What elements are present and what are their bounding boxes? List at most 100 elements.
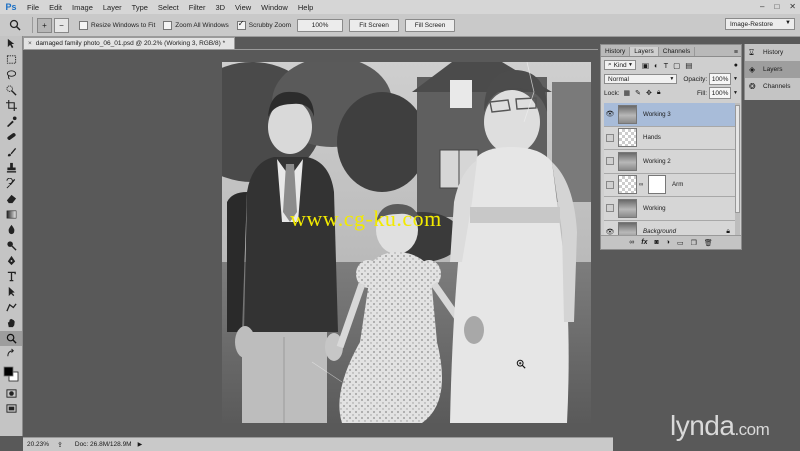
zoom-tool-preset[interactable] xyxy=(2,16,28,34)
type-tool[interactable] xyxy=(0,269,22,285)
tab-channels[interactable]: Channels xyxy=(659,47,696,56)
scrollbar-thumb[interactable] xyxy=(735,105,740,213)
filter-kind-select[interactable]: ⌕ Kind ▼ xyxy=(604,60,636,70)
watermark-text: www.cg-ku.com xyxy=(290,206,442,231)
dock-layers[interactable]: ◈ Layers xyxy=(745,61,800,78)
smart-object-filter-icon[interactable]: ▤ xyxy=(685,61,692,70)
zoom-all-windows-checkbox[interactable]: Zoom All Windows xyxy=(163,20,229,30)
layer-mask-thumbnail[interactable] xyxy=(648,175,666,195)
maximize-button[interactable]: □ xyxy=(774,2,779,11)
tab-layers[interactable]: Layers xyxy=(630,47,659,56)
link-icon[interactable]: ∞ xyxy=(629,239,634,246)
menu-help[interactable]: Help xyxy=(293,3,318,12)
history-brush-tool[interactable] xyxy=(0,176,22,192)
shape-tool[interactable] xyxy=(0,300,22,316)
lock-position-icon[interactable]: ✥ xyxy=(646,89,652,97)
type-filter-icon[interactable]: T xyxy=(664,61,669,70)
menu-edit[interactable]: Edit xyxy=(44,3,67,12)
resize-windows-checkbox[interactable]: Resize Windows to Fit xyxy=(79,20,155,30)
hand-tool[interactable] xyxy=(0,315,22,331)
menu-3d[interactable]: 3D xyxy=(210,3,230,12)
zoom-level[interactable]: 20.23% xyxy=(23,441,53,448)
status-menu-icon[interactable]: ▶ xyxy=(138,441,143,448)
share-icon[interactable]: ⇪ xyxy=(57,441,63,449)
actual-pixels-button[interactable]: 100% xyxy=(297,18,344,32)
new-layer-icon[interactable]: ❐ xyxy=(691,239,697,247)
clone-stamp-tool[interactable] xyxy=(0,160,22,176)
dodge-tool[interactable] xyxy=(0,238,22,254)
menu-image[interactable]: Image xyxy=(67,3,98,12)
tab-history[interactable]: History xyxy=(601,47,631,56)
menu-view[interactable]: View xyxy=(230,3,256,12)
layers-scrollbar[interactable] xyxy=(735,103,740,235)
visibility-toggle[interactable] xyxy=(604,157,616,166)
panel-menu-icon[interactable]: ≡ xyxy=(734,49,738,56)
move-tool[interactable] xyxy=(0,36,22,52)
minimize-button[interactable]: – xyxy=(760,2,764,11)
eyedropper-tool[interactable] xyxy=(0,114,22,130)
filter-toggle-icon[interactable]: ● xyxy=(734,62,738,69)
chain-link-icon[interactable]: ∞ xyxy=(639,182,645,188)
close-tab-icon[interactable]: × xyxy=(28,40,32,47)
menu-layer[interactable]: Layer xyxy=(98,3,127,12)
visibility-toggle[interactable] xyxy=(604,180,616,189)
opacity-slider-toggle[interactable]: ▼ xyxy=(733,76,738,82)
menu-file[interactable]: File xyxy=(22,3,44,12)
healing-brush-tool[interactable] xyxy=(0,129,22,145)
color-swatches[interactable] xyxy=(0,362,22,386)
adjustment-filter-icon[interactable]: ◐ xyxy=(654,61,659,70)
path-selection-tool[interactable] xyxy=(0,284,22,300)
document-tab[interactable]: × damaged family photo_06_01.psd @ 20.2%… xyxy=(23,37,235,49)
zoom-tool[interactable] xyxy=(0,330,22,346)
quick-select-tool[interactable] xyxy=(0,83,22,99)
menu-select[interactable]: Select xyxy=(153,3,184,12)
visibility-toggle[interactable] xyxy=(604,204,616,213)
close-button[interactable]: ✕ xyxy=(789,2,796,11)
visibility-eye-icon[interactable]: 👁︎ xyxy=(604,110,616,118)
swap-colors[interactable] xyxy=(0,346,22,362)
menu-window[interactable]: Window xyxy=(256,3,293,12)
scrubby-zoom-checkbox[interactable]: Scrubby Zoom xyxy=(236,19,291,30)
layer-row-working[interactable]: Working xyxy=(604,197,736,221)
eraser-tool[interactable] xyxy=(0,191,22,207)
lock-pixels-icon[interactable]: ✎ xyxy=(635,89,641,97)
adjustment-icon[interactable]: ◑ xyxy=(666,239,670,246)
brush-tool[interactable] xyxy=(0,145,22,161)
menu-type[interactable]: Type xyxy=(127,3,153,12)
zoom-out-button[interactable]: − xyxy=(54,17,69,33)
fill-slider-toggle[interactable]: ▼ xyxy=(733,90,738,96)
fill-field[interactable]: 100% xyxy=(709,87,732,99)
quick-mask-button[interactable] xyxy=(0,386,22,402)
lock-all-icon[interactable]: 🔒︎ xyxy=(657,89,661,97)
layer-row-hands[interactable]: Hands xyxy=(604,126,736,150)
layer-row-working-3[interactable]: 👁︎ Working 3 xyxy=(604,103,736,127)
folder-icon[interactable]: ▭ xyxy=(677,239,684,247)
workspace-select[interactable]: Image-Restore ▼ xyxy=(725,18,795,30)
layer-row-arm[interactable]: ∞ Arm xyxy=(604,173,736,197)
dock-channels[interactable]: ❂ Channels xyxy=(745,78,800,95)
document-canvas[interactable] xyxy=(222,62,591,423)
channels-icon: ❂ xyxy=(749,82,756,91)
blur-tool[interactable] xyxy=(0,222,22,238)
lasso-tool[interactable] xyxy=(0,67,22,83)
fit-screen-button[interactable]: Fit Screen xyxy=(349,18,400,32)
mask-icon[interactable]: ◙ xyxy=(654,239,658,246)
zoom-in-button[interactable]: + xyxy=(37,17,52,33)
gradient-tool[interactable] xyxy=(0,207,22,223)
dock-history[interactable]: ⌛︎ History xyxy=(745,44,800,61)
blend-mode-select[interactable]: Normal ▼ xyxy=(604,74,678,84)
marquee-tool[interactable] xyxy=(0,52,22,68)
screen-mode-button[interactable] xyxy=(0,401,22,417)
pen-tool[interactable] xyxy=(0,253,22,269)
layer-row-working-2[interactable]: Working 2 xyxy=(604,150,736,174)
fill-screen-button[interactable]: Fill Screen xyxy=(405,18,456,32)
opacity-field[interactable]: 100% xyxy=(709,73,732,85)
menu-filter[interactable]: Filter xyxy=(184,3,211,12)
fx-icon[interactable]: fx xyxy=(641,239,647,246)
visibility-toggle[interactable] xyxy=(604,133,616,142)
crop-tool[interactable] xyxy=(0,98,22,114)
lock-transparent-icon[interactable]: ▦ xyxy=(624,89,631,97)
shape-filter-icon[interactable]: ▢ xyxy=(673,61,680,70)
trash-icon[interactable]: 🗑︎ xyxy=(704,239,713,247)
pixel-filter-icon[interactable]: ▣ xyxy=(642,61,649,70)
